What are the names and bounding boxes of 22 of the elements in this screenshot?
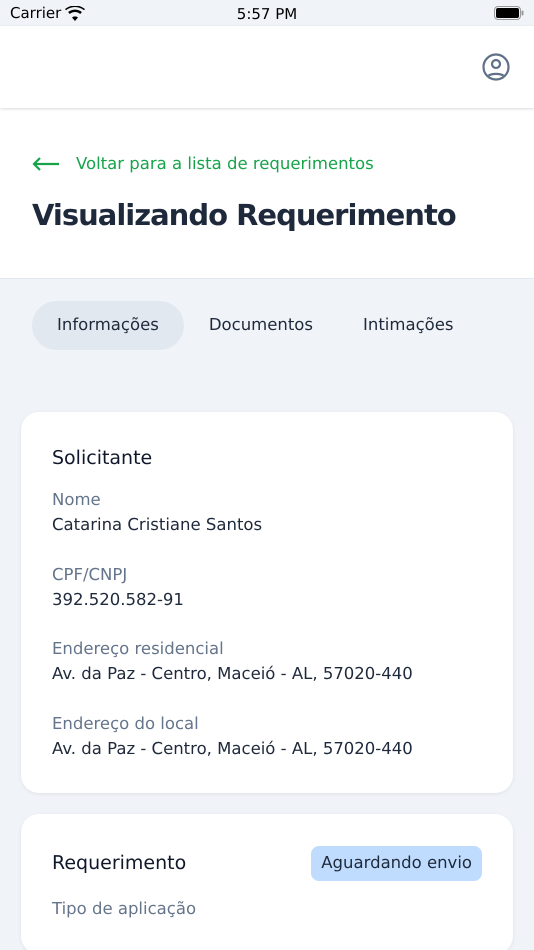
battery-icon bbox=[494, 6, 524, 20]
tab[interactable]: Documentos bbox=[184, 301, 338, 350]
field-label: Endereço do local bbox=[52, 712, 200, 735]
tab[interactable]: Intimações bbox=[338, 301, 478, 350]
user-profile-icon[interactable] bbox=[482, 53, 510, 81]
clock-time: 5:57 PM bbox=[236, 4, 298, 25]
status-tag: Aguardando envio bbox=[311, 846, 482, 881]
page-title: Visualizando Requerimento bbox=[32, 198, 457, 233]
wifi-icon bbox=[65, 6, 86, 20]
field-value: Catarina Cristiane Santos bbox=[52, 514, 264, 536]
field-value: Av. da Paz - Centro, Maceió - AL, 57020-440 bbox=[52, 663, 414, 685]
field-value: 392.520.582-91 bbox=[52, 588, 185, 610]
carrier-label: Carrier bbox=[10, 2, 62, 24]
card-title: Solicitante bbox=[52, 446, 152, 471]
field-value: Av. da Paz - Centro, Maceió - AL, 57020-440 bbox=[52, 738, 414, 760]
field-label: Tipo de aplicação bbox=[52, 898, 198, 920]
left-arrow-icon bbox=[32, 157, 60, 172]
field-label: Nome bbox=[52, 489, 102, 512]
card-title: Requerimento bbox=[52, 851, 186, 876]
field-label: CPF/CNPJ bbox=[52, 564, 128, 586]
tab[interactable]: Informações bbox=[32, 301, 184, 350]
field-label: Endereço residencial bbox=[52, 638, 225, 660]
